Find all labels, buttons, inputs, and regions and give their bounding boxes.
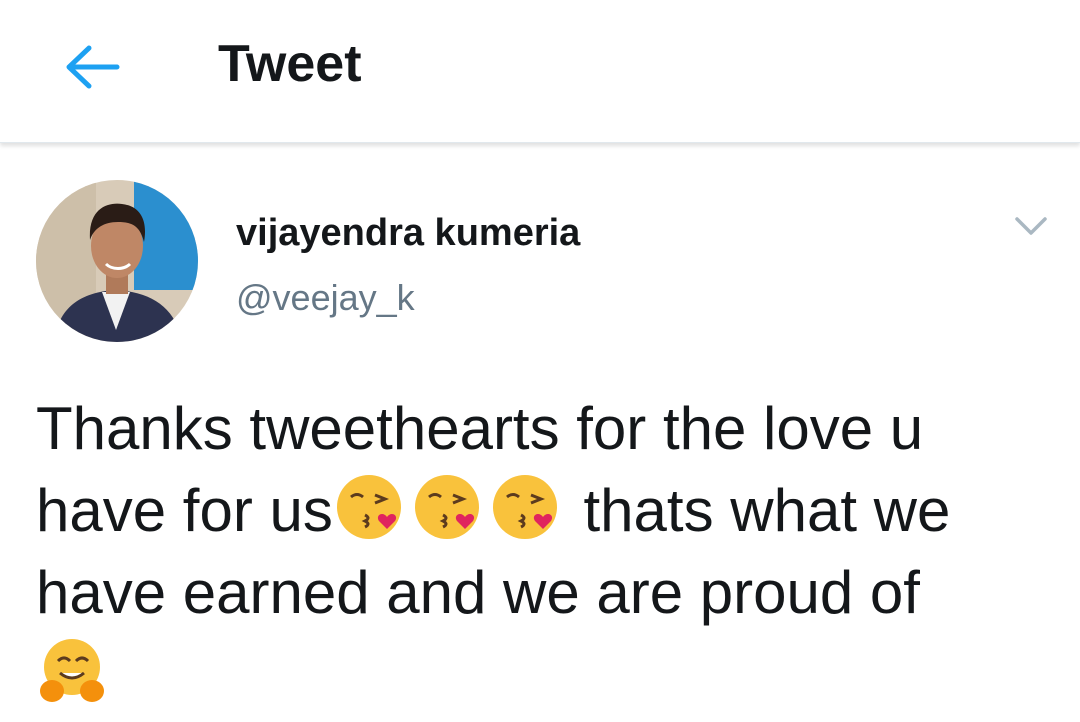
tweet-line-1: Thanks tweethearts for the love u (36, 395, 924, 462)
avatar-photo (36, 180, 198, 342)
top-app-bar: Tweet (0, 0, 1080, 143)
hugging-face-emoji (40, 639, 104, 702)
face-blowing-a-kiss-emoji (336, 475, 401, 539)
author-name[interactable]: vijayendra kumeria (236, 210, 580, 256)
face-blowing-a-kiss-emoji (492, 475, 557, 539)
more-options-button[interactable] (1006, 206, 1056, 246)
back-button[interactable] (56, 32, 126, 102)
page-title: Tweet (218, 35, 362, 93)
face-blowing-a-kiss-emoji (414, 475, 479, 539)
tweet-line-2-start: have for us (36, 477, 333, 544)
tweet-line-2-end: thats what we (566, 477, 951, 544)
avatar[interactable] (36, 180, 198, 342)
tweet-text: Thanks tweethearts for the love u have f… (36, 388, 1056, 716)
author-handle[interactable]: @veejay_k (236, 276, 415, 320)
tweet-line-3: have earned and we are proud of (36, 559, 920, 626)
chevron-down-icon (1015, 217, 1047, 235)
arrow-left-icon (66, 45, 120, 89)
